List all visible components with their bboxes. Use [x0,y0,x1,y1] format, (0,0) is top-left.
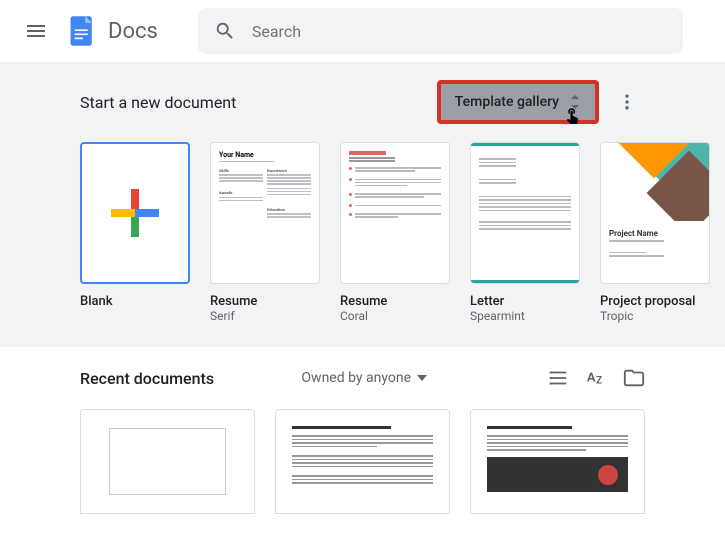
docs-logo-text: Docs [108,19,158,44]
template-sub: Spearmint [470,309,580,323]
template-name: Blank [80,294,190,309]
template-row: Blank Your Name Skills Experience Awards [80,142,645,323]
template-sub: Serif [210,309,320,323]
list-icon [547,367,569,389]
template-resume-coral[interactable]: Resume Coral [340,142,450,323]
plus-icon [111,189,159,237]
recent-section-title: Recent documents [80,369,214,388]
template-blank[interactable]: Blank [80,142,190,323]
template-sub: Coral [340,309,450,323]
template-more-button[interactable] [609,84,645,120]
recent-header: Recent documents Owned by anyone AZ [80,367,645,389]
template-resume-serif[interactable]: Your Name Skills Experience Awards Educa… [210,142,320,323]
search-bar[interactable] [198,8,683,54]
main-menu-button[interactable] [12,7,60,55]
recent-document[interactable] [275,409,450,514]
folder-button[interactable] [623,367,645,389]
cursor-indicator [563,106,581,128]
template-project-proposal[interactable]: Project Name Project proposal Tropic [600,142,710,323]
template-thumb [470,142,580,284]
recent-thumb [470,409,645,514]
template-name: Project proposal [600,294,710,309]
dropdown-icon [417,375,427,381]
docs-logo[interactable]: Docs [64,13,158,49]
template-gallery-label: Template gallery [455,94,559,110]
sort-az-icon: AZ [585,367,607,389]
search-icon [214,20,236,42]
template-name: Letter [470,294,580,309]
search-input[interactable] [252,22,667,41]
recent-document[interactable] [80,409,255,514]
docs-logo-icon [64,13,100,49]
template-letter-spearmint[interactable]: Letter Spearmint [470,142,580,323]
owned-by-filter[interactable]: Owned by anyone [301,370,427,386]
template-name: Resume [210,294,320,309]
template-header: Start a new document Template gallery [80,80,645,124]
app-header: Docs [0,0,725,62]
recent-document[interactable] [470,409,645,514]
template-section-title: Start a new document [80,93,236,112]
recent-thumb [275,409,450,514]
svg-text:A: A [587,371,596,386]
template-thumb: Your Name Skills Experience Awards Educa… [210,142,320,284]
more-vert-icon [617,92,637,112]
list-view-button[interactable] [547,367,569,389]
template-name: Resume [340,294,450,309]
template-section: Start a new document Template gallery [0,62,725,347]
svg-text:Z: Z [596,376,602,387]
hamburger-icon [24,19,48,43]
recent-thumb [80,409,255,514]
owned-by-label: Owned by anyone [301,370,411,386]
template-sub: Tropic [600,309,710,323]
template-thumb: Project Name [600,142,710,284]
template-thumb-blank [80,142,190,284]
sort-button[interactable]: AZ [585,367,607,389]
template-thumb [340,142,450,284]
folder-icon [623,367,645,389]
recent-section: Recent documents Owned by anyone AZ [0,347,725,534]
recent-documents-row [80,409,645,514]
template-gallery-button[interactable]: Template gallery [437,80,599,124]
